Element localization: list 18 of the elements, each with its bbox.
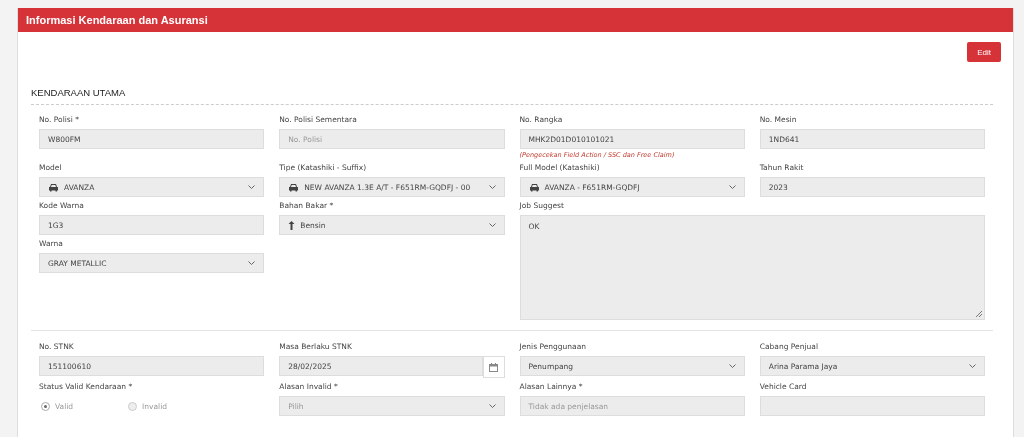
chevron-down-icon [728, 185, 736, 189]
car-icon [288, 182, 300, 192]
car-icon [528, 182, 540, 192]
section-title: KENDARAAN UTAMA [31, 87, 127, 98]
chevron-down-icon [488, 404, 496, 408]
chevron-down-icon [969, 364, 976, 368]
panel-title: Informasi Kendaraan dan Asuransi [26, 14, 208, 26]
car-icon [48, 182, 59, 192]
calendar-icon [489, 362, 499, 372]
resize-handle-icon[interactable] [975, 310, 982, 317]
chevron-down-icon [488, 185, 496, 189]
chevron-down-icon [248, 261, 256, 265]
chevron-down-icon [248, 185, 256, 189]
chevron-down-icon [728, 364, 736, 368]
input-field[interactable] [759, 396, 985, 416]
edit-button[interactable]: Edit [967, 42, 1001, 62]
calendar-button[interactable] [482, 356, 505, 378]
chevron-down-icon [488, 223, 496, 227]
